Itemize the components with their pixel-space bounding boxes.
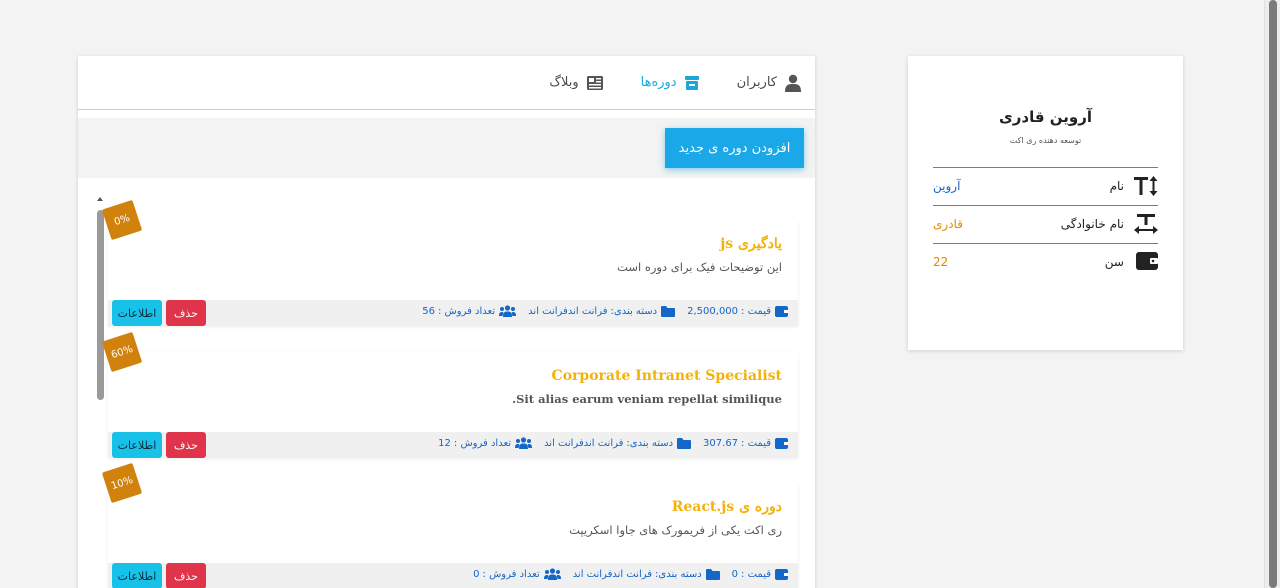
profile-row-value: قادری [933, 217, 963, 231]
courses-panel: کاربران دوره‌ها وبلاگ افزودن دوره ی جدید… [78, 56, 815, 588]
info-button[interactable]: اطلاعات [112, 563, 162, 588]
users-icon [499, 305, 517, 317]
sales-value: 0 [473, 568, 480, 580]
discount-badge: 60% [101, 331, 143, 373]
nav-blog-label: وبلاگ [549, 75, 579, 90]
nav-item-blog[interactable]: وبلاگ [549, 75, 603, 90]
wallet-icon [775, 568, 788, 580]
course-meta: قیمت : 307.67 دسته بندی: فرانت اندفرانت … [438, 437, 788, 449]
profile-row-last-name: نام خانوادگی قادری [933, 205, 1158, 243]
course-title[interactable]: Corporate Intranet Specialist [552, 368, 782, 384]
profile-row-label: نام [1109, 179, 1124, 193]
price-value: 307.67 [703, 437, 739, 449]
course-description: این توضیحات فیک برای دوره است [617, 260, 782, 274]
page-scrollbar-thumb[interactable] [1269, 0, 1277, 588]
category-value: فرانت اندفرانت اند [528, 305, 608, 317]
category-value: فرانت اندفرانت اند [544, 437, 624, 449]
info-button[interactable]: اطلاعات [112, 300, 162, 326]
category-label: دسته بندی: [610, 305, 658, 317]
folder-icon [661, 305, 676, 317]
scroll-up-arrow-icon[interactable] [97, 197, 103, 201]
category-value: فرانت اندفرانت اند [572, 568, 653, 580]
nav-item-courses[interactable]: دوره‌ها [641, 75, 699, 90]
newspaper-icon [586, 75, 603, 90]
text-height-icon [1134, 176, 1158, 196]
profile-row-value: آروین [933, 179, 961, 193]
category-label: دسته بندی: [626, 437, 674, 449]
profile-row-value: 22 [933, 255, 949, 269]
price-label: قیمت : [741, 437, 771, 449]
folder-icon [677, 437, 692, 449]
folder-icon [705, 568, 720, 580]
store-icon [684, 75, 699, 90]
wallet-icon [775, 305, 788, 317]
course-card: 60% Corporate Intranet Specialist Sit al… [101, 331, 798, 458]
price-label: قیمت : [741, 568, 771, 580]
nav-users-label: کاربران [736, 75, 777, 90]
sales-label: تعداد فروش : [482, 568, 540, 580]
course-title[interactable]: یادگیری js [720, 236, 782, 252]
page-scrollbar[interactable] [1264, 0, 1280, 588]
price-value: 0 [731, 568, 739, 580]
course-card: 0% یادگیری js این توضیحات فیک برای دوره … [101, 199, 798, 326]
price-value: 2,500,000 [687, 305, 739, 317]
sales-value: 56 [422, 305, 435, 317]
profile-row-first-name: نام آروین [933, 167, 1158, 205]
profile-row-age: سن 22 [933, 243, 1158, 281]
wallet-icon [775, 437, 788, 449]
discount-badge: 0% [101, 199, 143, 241]
nav-item-users[interactable]: کاربران [737, 74, 801, 92]
action-bar: افزودن دوره ی جدید [78, 118, 815, 178]
delete-button[interactable]: حذف [166, 432, 206, 458]
course-meta: قیمت : 2,500,000 دسته بندی: فرانت اندفرا… [422, 305, 788, 317]
add-course-button[interactable]: افزودن دوره ی جدید [665, 128, 804, 168]
text-width-icon [1134, 214, 1158, 234]
course-description: ری اکت یکی از فریمورک های جاوا اسکریپت [569, 523, 782, 537]
delete-button[interactable]: حذف [166, 563, 206, 588]
course-card: 10% دوره ی React.js ری اکت یکی از فریمور… [101, 462, 798, 588]
sales-value: 12 [438, 437, 451, 449]
profile-row-label: نام خانوادگی [1060, 217, 1124, 231]
delete-button[interactable]: حذف [166, 300, 206, 326]
course-meta: قیمت : 0 دسته بندی: فرانت اندفرانت اند ت… [473, 568, 788, 580]
profile-row-label: سن [1104, 255, 1124, 269]
sales-label: تعداد فروش : [453, 437, 512, 449]
price-label: قیمت : [741, 305, 771, 317]
course-footer: اطلاعات حذف قیمت : 0 دسته بندی: فرانت ان… [108, 563, 798, 588]
discount-badge: 10% [101, 462, 143, 504]
info-button[interactable]: اطلاعات [112, 432, 162, 458]
category-label: دسته بندی: [655, 568, 702, 580]
sales-label: تعداد فروش : [438, 305, 496, 317]
wallet-icon [1136, 252, 1158, 270]
profile-title: توسعه دهنده ری اکت [1009, 136, 1082, 145]
course-description: Sit alias earum veniam repellat similiqu… [512, 392, 782, 406]
course-footer: اطلاعات حذف قیمت : 307.67 دسته بندی: فرا… [108, 432, 798, 458]
nav-courses-label: دوره‌ها [640, 75, 677, 90]
profile-card: آروین قادری توسعه دهنده ری اکت نام آروین… [908, 56, 1183, 350]
course-list-scrollbar[interactable] [97, 210, 104, 400]
profile-name: آروین قادری [999, 108, 1092, 126]
course-title[interactable]: دوره ی React.js [672, 499, 782, 515]
top-nav: کاربران دوره‌ها وبلاگ [78, 56, 815, 110]
users-icon [543, 568, 561, 580]
user-icon [785, 74, 801, 92]
users-icon [515, 437, 533, 449]
course-footer: اطلاعات حذف قیمت : 2,500,000 دسته بندی: … [108, 300, 798, 326]
